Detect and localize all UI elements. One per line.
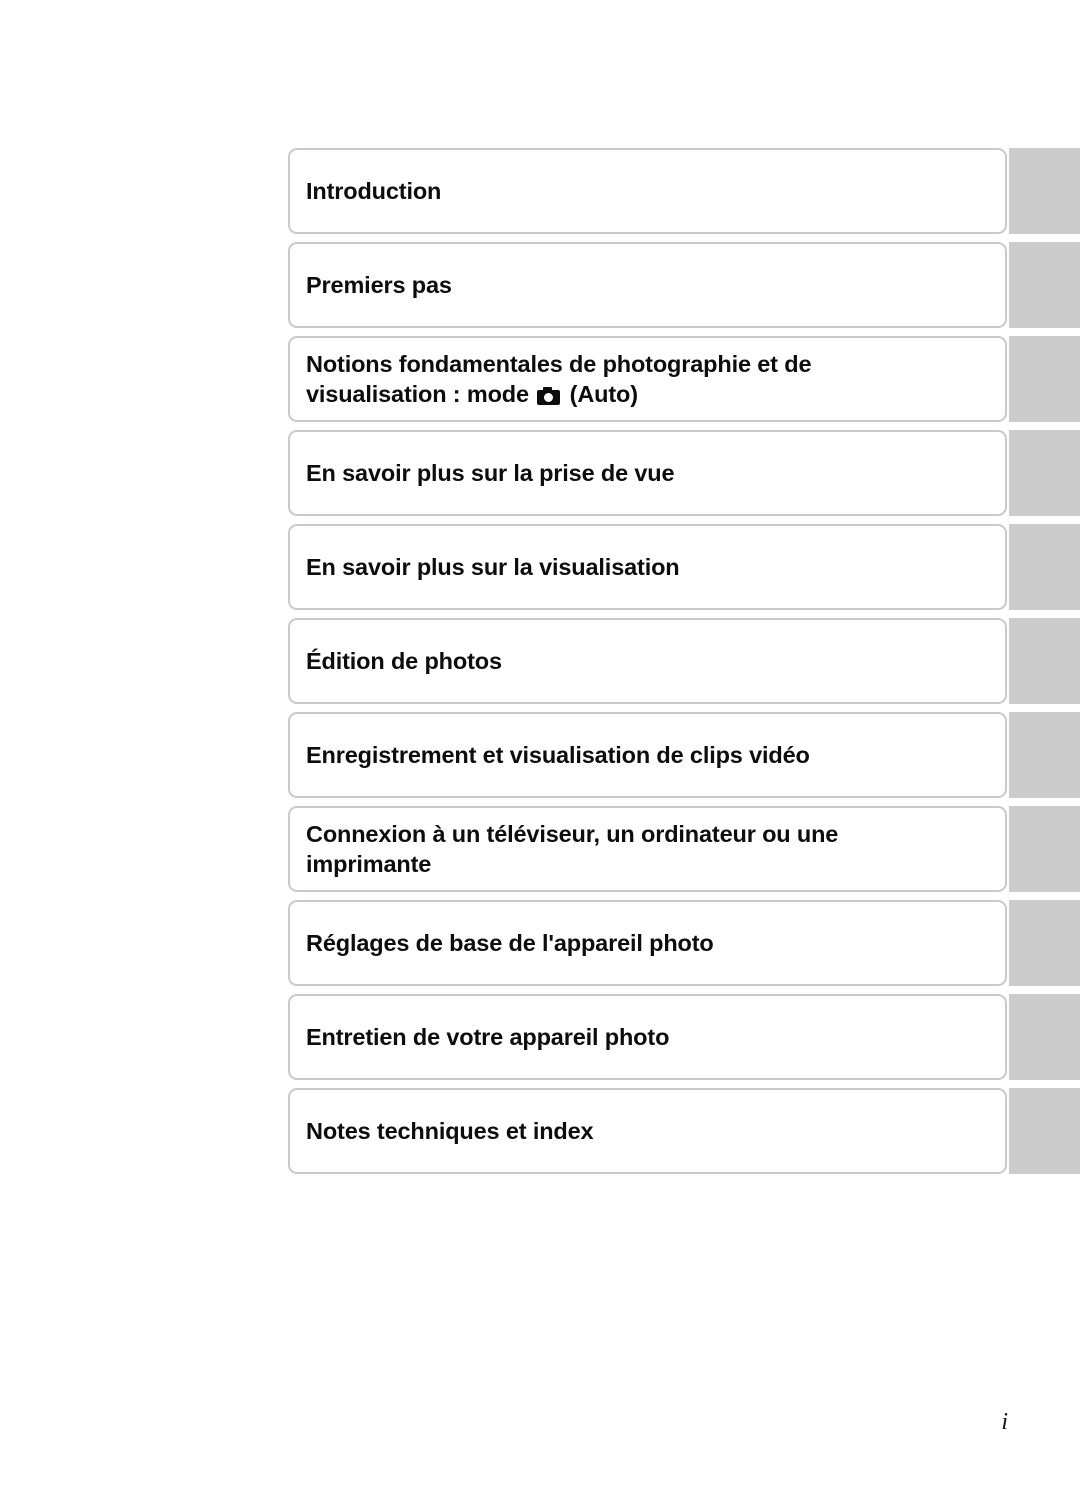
- chapter-thumb-index-edition-photos[interactable]: [1009, 618, 1080, 704]
- chapter-row: Connexion à un téléviseur, un ordinateur…: [288, 806, 1080, 892]
- chapter-title: Édition de photos: [306, 646, 502, 676]
- chapter-title: Premiers pas: [306, 270, 452, 300]
- chapter-thumb-index-reglages-de-base[interactable]: [1009, 900, 1080, 986]
- chapter-row: Premiers pas: [288, 242, 1080, 328]
- chapter-tab-connexion[interactable]: Connexion à un téléviseur, un ordinateur…: [288, 806, 1007, 892]
- manual-chapter-index-page: Introduction Premiers pas Notions fondamen…: [0, 0, 1080, 1486]
- chapter-title-line: En savoir plus sur la prise de vue: [306, 460, 675, 486]
- chapter-tab-list: Introduction Premiers pas Notions fondamen…: [288, 148, 1080, 1182]
- chapter-tab-clips-video[interactable]: Enregistrement et visualisation de clips…: [288, 712, 1007, 798]
- chapter-title-line: visualisation : mode: [306, 381, 536, 407]
- chapter-title-line: En savoir plus sur la visualisation: [306, 554, 680, 580]
- chapter-tab-prise-de-vue[interactable]: En savoir plus sur la prise de vue: [288, 430, 1007, 516]
- page-number: i: [1001, 1409, 1008, 1435]
- camera-auto-icon: [537, 387, 561, 405]
- chapter-row: Réglages de base de l'appareil photo: [288, 900, 1080, 986]
- chapter-thumb-index-visualisation[interactable]: [1009, 524, 1080, 610]
- chapter-thumb-index-connexion[interactable]: [1009, 806, 1080, 892]
- chapter-title-tail: (Auto): [563, 381, 638, 407]
- chapter-title: Introduction: [306, 176, 441, 206]
- chapter-title: Réglages de base de l'appareil photo: [306, 928, 714, 958]
- chapter-title: Enregistrement et visualisation de clips…: [306, 740, 810, 770]
- chapter-title: Connexion à un téléviseur, un ordinateur…: [306, 819, 838, 879]
- chapter-title: Notes techniques et index: [306, 1116, 594, 1146]
- chapter-thumb-index-entretien[interactable]: [1009, 994, 1080, 1080]
- chapter-title-line: Enregistrement et visualisation de clips…: [306, 742, 810, 768]
- chapter-thumb-index-premiers-pas[interactable]: [1009, 242, 1080, 328]
- chapter-tab-visualisation[interactable]: En savoir plus sur la visualisation: [288, 524, 1007, 610]
- chapter-title-line: Notes techniques et index: [306, 1118, 594, 1144]
- chapter-tab-entretien[interactable]: Entretien de votre appareil photo: [288, 994, 1007, 1080]
- chapter-title: En savoir plus sur la visualisation: [306, 552, 680, 582]
- chapter-title: Entretien de votre appareil photo: [306, 1022, 669, 1052]
- chapter-row: En savoir plus sur la prise de vue: [288, 430, 1080, 516]
- chapter-row: Notes techniques et index: [288, 1088, 1080, 1174]
- chapter-title-line: Connexion à un téléviseur, un ordinateur…: [306, 821, 839, 847]
- chapter-title-line: Premiers pas: [306, 272, 452, 298]
- chapter-row: En savoir plus sur la visualisation: [288, 524, 1080, 610]
- chapter-thumb-index-prise-de-vue[interactable]: [1009, 430, 1080, 516]
- chapter-title: Notions fondamentales de photographie et…: [306, 351, 812, 407]
- chapter-thumb-index-introduction[interactable]: [1009, 148, 1080, 234]
- chapter-title-line: Entretien de votre appareil photo: [306, 1024, 670, 1050]
- chapter-title: En savoir plus sur la prise de vue: [306, 458, 675, 488]
- chapter-tab-notes-techniques[interactable]: Notes techniques et index: [288, 1088, 1007, 1174]
- chapter-row: Introduction: [288, 148, 1080, 234]
- chapter-title-line: Introduction: [306, 178, 442, 204]
- chapter-row: Enregistrement et visualisation de clips…: [288, 712, 1080, 798]
- chapter-tab-introduction[interactable]: Introduction: [288, 148, 1007, 234]
- chapter-tab-premiers-pas[interactable]: Premiers pas: [288, 242, 1007, 328]
- chapter-tab-notions-fondamentales[interactable]: Notions fondamentales de photographie et…: [288, 336, 1007, 422]
- chapter-row: Notions fondamentales de photographie et…: [288, 336, 1080, 422]
- chapter-tab-edition-photos[interactable]: Édition de photos: [288, 618, 1007, 704]
- chapter-row: Entretien de votre appareil photo: [288, 994, 1080, 1080]
- chapter-tab-reglages-de-base[interactable]: Réglages de base de l'appareil photo: [288, 900, 1007, 986]
- chapter-title-line: imprimante: [306, 851, 432, 877]
- chapter-row: Édition de photos: [288, 618, 1080, 704]
- chapter-thumb-index-notions-fondamentales[interactable]: [1009, 336, 1080, 422]
- chapter-title-line: Réglages de base de l'appareil photo: [306, 930, 714, 956]
- chapter-title-line: Édition de photos: [306, 648, 502, 674]
- chapter-thumb-index-notes-techniques[interactable]: [1009, 1088, 1080, 1174]
- chapter-thumb-index-clips-video[interactable]: [1009, 712, 1080, 798]
